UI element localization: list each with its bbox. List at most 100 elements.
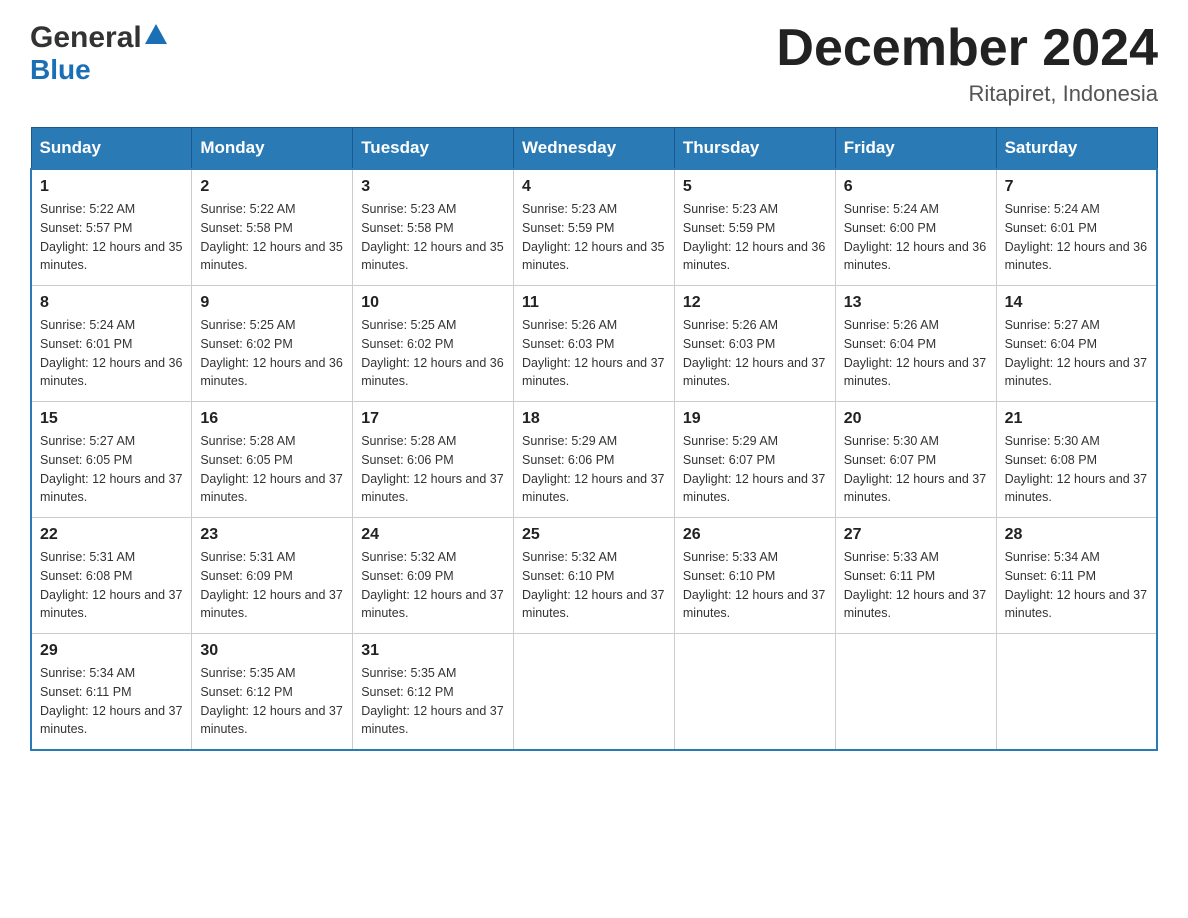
month-title: December 2024 (776, 20, 1158, 77)
day-number: 5 (683, 178, 827, 196)
calendar-cell: 19 Sunrise: 5:29 AMSunset: 6:07 PMDayligh… (674, 402, 835, 518)
day-number: 26 (683, 526, 827, 544)
day-number: 18 (522, 410, 666, 428)
col-header-tuesday: Tuesday (353, 128, 514, 170)
day-number: 24 (361, 526, 505, 544)
day-number: 13 (844, 294, 988, 312)
calendar-cell: 11Sunrise: 5:26 AMSunset: 6:03 PMDayligh… (514, 286, 675, 402)
day-number: 28 (1005, 526, 1148, 544)
day-number: 14 (1005, 294, 1148, 312)
day-number: 1 (40, 178, 183, 196)
day-info: Sunrise: 5:25 AMSunset: 6:02 PMDaylight:… (361, 316, 505, 391)
calendar-cell (835, 634, 996, 751)
calendar-cell: 14 Sunrise: 5:27 AMSunset: 6:04 PMDayligh… (996, 286, 1157, 402)
calendar-cell (996, 634, 1157, 751)
day-number: 15 (40, 410, 183, 428)
day-info: Sunrise: 5:32 AMSunset: 6:09 PMDaylight:… (361, 548, 505, 623)
day-number: 25 (522, 526, 666, 544)
calendar-cell: 1 Sunrise: 5:22 AMSunset: 5:57 PMDaylight… (31, 169, 192, 286)
calendar-cell (514, 634, 675, 751)
day-number: 21 (1005, 410, 1148, 428)
calendar-cell: 23Sunrise: 5:31 AMSunset: 6:09 PMDayligh… (192, 518, 353, 634)
calendar-cell: 22 Sunrise: 5:31 AMSunset: 6:08 PMDayligh… (31, 518, 192, 634)
day-info: Sunrise: 5:23 AMSunset: 5:59 PMDaylight:… (683, 200, 827, 275)
day-number: 20 (844, 410, 988, 428)
calendar-cell: 30Sunrise: 5:35 AMSunset: 6:12 PMDayligh… (192, 634, 353, 751)
day-info: Sunrise: 5:26 AMSunset: 6:03 PMDaylight:… (683, 316, 827, 391)
day-number: 22 (40, 526, 183, 544)
logo-blue-text: Blue (30, 53, 167, 87)
calendar-cell: 3 Sunrise: 5:23 AMSunset: 5:58 PMDaylight… (353, 169, 514, 286)
col-header-saturday: Saturday (996, 128, 1157, 170)
logo-general-text: General (30, 21, 142, 54)
day-info: Sunrise: 5:29 AMSunset: 6:06 PMDaylight:… (522, 432, 666, 507)
day-info: Sunrise: 5:24 AMSunset: 6:01 PMDaylight:… (40, 316, 183, 391)
day-info: Sunrise: 5:30 AMSunset: 6:07 PMDaylight:… (844, 432, 988, 507)
day-number: 19 (683, 410, 827, 428)
day-info: Sunrise: 5:23 AMSunset: 5:59 PMDaylight:… (522, 200, 666, 275)
day-info: Sunrise: 5:32 AMSunset: 6:10 PMDaylight:… (522, 548, 666, 623)
calendar-cell: 2 Sunrise: 5:22 AMSunset: 5:58 PMDaylight… (192, 169, 353, 286)
day-number: 7 (1005, 178, 1148, 196)
calendar-week-row: 29Sunrise: 5:34 AMSunset: 6:11 PMDayligh… (31, 634, 1157, 751)
calendar-cell: 7 Sunrise: 5:24 AMSunset: 6:01 PMDaylight… (996, 169, 1157, 286)
day-info: Sunrise: 5:24 AMSunset: 6:00 PMDaylight:… (844, 200, 988, 275)
col-header-friday: Friday (835, 128, 996, 170)
location-text: Ritapiret, Indonesia (776, 81, 1158, 107)
calendar-cell: 6 Sunrise: 5:24 AMSunset: 6:00 PMDaylight… (835, 169, 996, 286)
day-info: Sunrise: 5:28 AMSunset: 6:05 PMDaylight:… (200, 432, 344, 507)
day-number: 12 (683, 294, 827, 312)
day-info: Sunrise: 5:23 AMSunset: 5:58 PMDaylight:… (361, 200, 505, 275)
day-info: Sunrise: 5:27 AMSunset: 6:04 PMDaylight:… (1005, 316, 1148, 391)
calendar-cell (674, 634, 835, 751)
day-number: 2 (200, 178, 344, 196)
day-info: Sunrise: 5:27 AMSunset: 6:05 PMDaylight:… (40, 432, 183, 507)
page-header: General Blue December 2024 Ritapiret, In… (30, 20, 1158, 107)
calendar-cell: 21 Sunrise: 5:30 AMSunset: 6:08 PMDayligh… (996, 402, 1157, 518)
day-number: 31 (361, 642, 505, 660)
calendar-header-row: SundayMondayTuesdayWednesdayThursdayFrid… (31, 128, 1157, 170)
day-number: 6 (844, 178, 988, 196)
calendar-cell: 17 Sunrise: 5:28 AMSunset: 6:06 PMDayligh… (353, 402, 514, 518)
day-number: 16 (200, 410, 344, 428)
day-info: Sunrise: 5:30 AMSunset: 6:08 PMDaylight:… (1005, 432, 1148, 507)
day-info: Sunrise: 5:24 AMSunset: 6:01 PMDaylight:… (1005, 200, 1148, 275)
day-info: Sunrise: 5:31 AMSunset: 6:09 PMDaylight:… (200, 548, 344, 623)
calendar-cell: 5 Sunrise: 5:23 AMSunset: 5:59 PMDaylight… (674, 169, 835, 286)
col-header-wednesday: Wednesday (514, 128, 675, 170)
calendar-cell: 24 Sunrise: 5:32 AMSunset: 6:09 PMDayligh… (353, 518, 514, 634)
calendar-cell: 12 Sunrise: 5:26 AMSunset: 6:03 PMDayligh… (674, 286, 835, 402)
day-info: Sunrise: 5:26 AMSunset: 6:04 PMDaylight:… (844, 316, 988, 391)
calendar-cell: 26Sunrise: 5:33 AMSunset: 6:10 PMDayligh… (674, 518, 835, 634)
day-number: 10 (361, 294, 505, 312)
calendar-cell: 18 Sunrise: 5:29 AMSunset: 6:06 PMDayligh… (514, 402, 675, 518)
day-info: Sunrise: 5:34 AMSunset: 6:11 PMDaylight:… (40, 664, 183, 739)
day-info: Sunrise: 5:35 AMSunset: 6:12 PMDaylight:… (200, 664, 344, 739)
day-info: Sunrise: 5:25 AMSunset: 6:02 PMDaylight:… (200, 316, 344, 391)
calendar-cell: 8 Sunrise: 5:24 AMSunset: 6:01 PMDaylight… (31, 286, 192, 402)
calendar-week-row: 15 Sunrise: 5:27 AMSunset: 6:05 PMDayligh… (31, 402, 1157, 518)
calendar-week-row: 1 Sunrise: 5:22 AMSunset: 5:57 PMDaylight… (31, 169, 1157, 286)
logo: General Blue (30, 20, 167, 87)
calendar-cell: 9Sunrise: 5:25 AMSunset: 6:02 PMDaylight… (192, 286, 353, 402)
day-number: 11 (522, 294, 666, 312)
day-number: 8 (40, 294, 183, 312)
day-info: Sunrise: 5:31 AMSunset: 6:08 PMDaylight:… (40, 548, 183, 623)
col-header-monday: Monday (192, 128, 353, 170)
day-number: 3 (361, 178, 505, 196)
day-info: Sunrise: 5:35 AMSunset: 6:12 PMDaylight:… (361, 664, 505, 739)
day-info: Sunrise: 5:28 AMSunset: 6:06 PMDaylight:… (361, 432, 505, 507)
calendar-cell: 4 Sunrise: 5:23 AMSunset: 5:59 PMDaylight… (514, 169, 675, 286)
calendar-cell: 28Sunrise: 5:34 AMSunset: 6:11 PMDayligh… (996, 518, 1157, 634)
day-number: 4 (522, 178, 666, 196)
day-info: Sunrise: 5:33 AMSunset: 6:11 PMDaylight:… (844, 548, 988, 623)
calendar-cell: 13 Sunrise: 5:26 AMSunset: 6:04 PMDayligh… (835, 286, 996, 402)
calendar-cell: 20 Sunrise: 5:30 AMSunset: 6:07 PMDayligh… (835, 402, 996, 518)
calendar-cell: 31 Sunrise: 5:35 AMSunset: 6:12 PMDayligh… (353, 634, 514, 751)
day-number: 17 (361, 410, 505, 428)
day-info: Sunrise: 5:22 AMSunset: 5:57 PMDaylight:… (40, 200, 183, 275)
day-info: Sunrise: 5:29 AMSunset: 6:07 PMDaylight:… (683, 432, 827, 507)
calendar-cell: 29Sunrise: 5:34 AMSunset: 6:11 PMDayligh… (31, 634, 192, 751)
calendar-table: SundayMondayTuesdayWednesdayThursdayFrid… (30, 127, 1158, 751)
day-info: Sunrise: 5:22 AMSunset: 5:58 PMDaylight:… (200, 200, 344, 275)
